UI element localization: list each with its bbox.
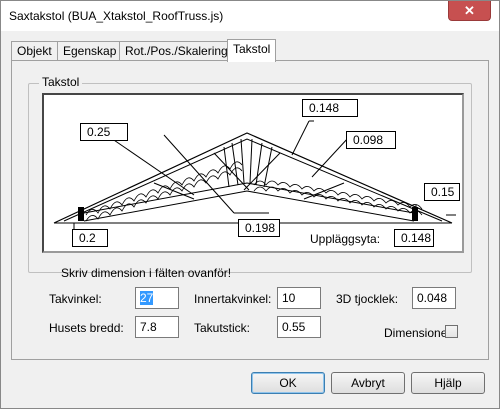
dim-top-left: 0.25: [80, 123, 128, 141]
instruction-text: Skriv dimension i fälten ovanför!: [61, 266, 232, 280]
truss-diagram: 0.25 0.148 0.098 0.15 0.2 0.198 Uppläggs…: [42, 93, 464, 253]
tab-objekt[interactable]: Objekt: [11, 41, 58, 61]
dim-top-right: 0.148: [302, 99, 358, 117]
takutstick-label: Takutstick:: [194, 321, 251, 335]
dimensioner-label: Dimensioner: [384, 326, 452, 340]
left-bearing: [78, 207, 84, 221]
insulation-right: [253, 180, 423, 216]
bearing-label: Uppläggsyta:: [310, 232, 381, 246]
dim-bottom-center: 0.198: [238, 219, 280, 237]
dimensioner-checkbox[interactable]: [445, 325, 458, 338]
groupbox-label: Takstol: [39, 75, 83, 89]
tjocklek-label: 3D tjocklek:: [336, 292, 399, 306]
inner-rafter-top: [83, 182, 415, 214]
title-bar[interactable]: Saxtakstol (BUA_Xtakstol_RoofTruss.js) ✕: [1, 1, 499, 31]
tab-rot-pos-skalering[interactable]: Rot./Pos./Skalering: [119, 41, 234, 61]
window-title: Saxtakstol (BUA_Xtakstol_RoofTruss.js): [9, 9, 224, 23]
takvinkel-input[interactable]: 27: [135, 287, 179, 309]
dim-bearing: 0.148: [394, 229, 434, 247]
dialog-window: Saxtakstol (BUA_Xtakstol_RoofTruss.js) ✕…: [0, 0, 500, 409]
tab-egenskap[interactable]: Egenskap: [57, 41, 123, 61]
close-button[interactable]: ✕: [448, 1, 491, 21]
dim-bottom-left: 0.2: [72, 229, 108, 247]
tjocklek-input[interactable]: 0.048: [412, 287, 456, 309]
dimension-leaders: [73, 120, 456, 231]
takutstick-input[interactable]: 0.55: [277, 316, 321, 338]
tab-takstol[interactable]: Takstol: [227, 39, 277, 62]
insulation-left: [85, 161, 243, 222]
dim-mid-right: 0.098: [346, 131, 396, 149]
husets-bredd-label: Husets bredd:: [49, 321, 124, 335]
ok-button[interactable]: OK: [251, 372, 325, 394]
husets-bredd-input[interactable]: 7.8: [135, 316, 179, 338]
dim-right-end: 0.15: [424, 183, 460, 201]
innertakvinkel-input[interactable]: 10: [277, 287, 321, 309]
takvinkel-label: Takvinkel:: [49, 292, 102, 306]
cancel-button[interactable]: Avbryt: [331, 372, 405, 394]
help-button[interactable]: Hjälp: [411, 372, 485, 394]
innertakvinkel-label: Innertakvinkel:: [194, 292, 272, 306]
right-bearing: [412, 207, 418, 221]
